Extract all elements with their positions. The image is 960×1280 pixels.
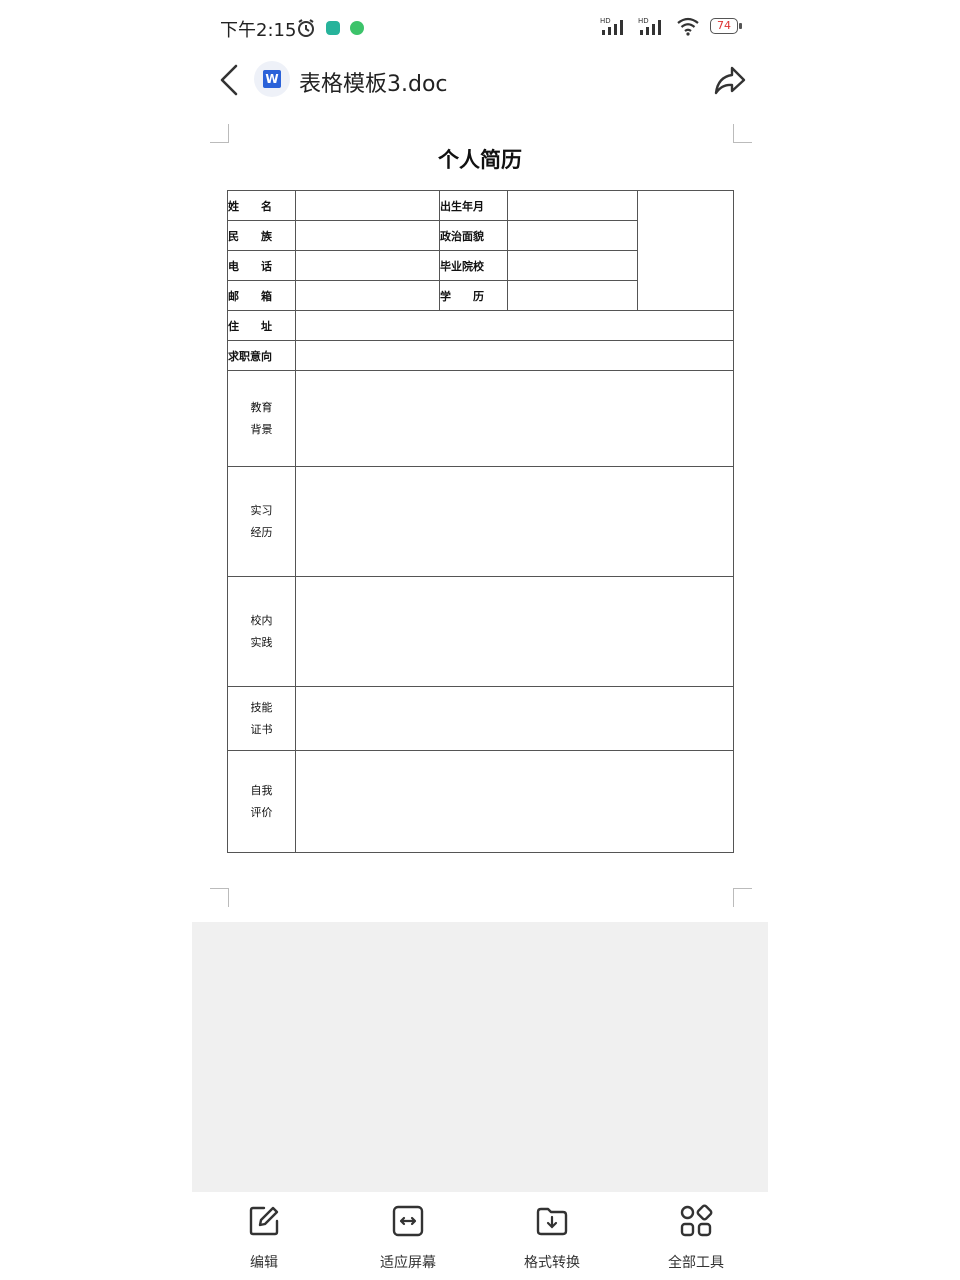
status-bar: 下午2:15 HD HD 74 <box>192 0 768 54</box>
signal-icon: HD <box>600 17 623 35</box>
phone-screen: 下午2:15 HD HD 74 W 表格模板3.doc 个人简历 姓 名 出生年… <box>192 0 768 1280</box>
label-intention: 求职意向 <box>227 340 296 371</box>
section-cell-self-eval[interactable] <box>295 750 734 853</box>
label-degree: 学历 <box>439 280 508 311</box>
signal-icon-2: HD <box>638 17 661 35</box>
value-cell-phone[interactable] <box>295 250 440 281</box>
section-label-education: 教育 背景 <box>227 370 296 467</box>
table-row: 教育 背景 <box>227 370 734 467</box>
section-label-campus: 校内 实践 <box>227 576 296 687</box>
table-row: 姓名 出生年月 <box>227 190 734 311</box>
word-doc-badge: W <box>263 70 281 88</box>
folder-download-icon <box>536 1207 568 1236</box>
fit-screen-button[interactable]: 适应屏幕 <box>348 1204 468 1272</box>
edit-label: 编辑 <box>250 1255 278 1271</box>
document-title: 表格模板3.doc <box>299 72 448 97</box>
fit-screen-icon <box>392 1205 424 1237</box>
table-row: 校内 实践 <box>227 576 734 687</box>
section-label-skills: 技能 证书 <box>227 686 296 751</box>
section-label-self-eval: 自我 评价 <box>227 750 296 853</box>
section-label-internship: 实习 经历 <box>227 466 296 577</box>
value-cell-intention[interactable] <box>295 340 734 371</box>
table-row: 住址 <box>227 310 734 341</box>
resume-table: 姓名 出生年月 民族 政治面貌 电话 毕业院校 邮箱 学历 住 址 求职意向 教… <box>227 190 734 853</box>
value-cell-birth[interactable] <box>507 190 638 221</box>
bottom-toolbar: 编辑 适应屏幕 格式转换 全部工具 <box>192 1192 768 1280</box>
app-notification-icon-2 <box>350 21 364 35</box>
page-corner-mark <box>210 888 229 907</box>
label-email: 邮箱 <box>227 280 296 311</box>
value-cell-ethnicity[interactable] <box>295 220 440 251</box>
signal-hd-label: HD <box>600 17 611 25</box>
all-tools-button[interactable]: 全部工具 <box>636 1204 756 1272</box>
edit-icon <box>249 1206 279 1236</box>
value-cell-political[interactable] <box>507 220 638 251</box>
section-cell-campus[interactable] <box>295 576 734 687</box>
label-phone: 电话 <box>227 250 296 281</box>
resume-heading: 个人简历 <box>438 148 522 172</box>
value-cell-name[interactable] <box>295 190 440 221</box>
convert-format-button[interactable]: 格式转换 <box>492 1204 612 1272</box>
photo-cell[interactable] <box>637 190 734 311</box>
label-address: 住址 <box>227 310 296 341</box>
edit-button[interactable]: 编辑 <box>204 1204 324 1272</box>
fit-screen-label: 适应屏幕 <box>380 1255 436 1271</box>
page-corner-mark <box>733 888 752 907</box>
grid-apps-icon <box>680 1204 713 1237</box>
title-bar: W 表格模板3.doc <box>192 54 768 109</box>
value-cell-address[interactable] <box>295 310 734 341</box>
value-cell-school[interactable] <box>507 250 638 281</box>
table-row: 求职意向 <box>227 340 734 371</box>
status-system-icons: HD HD 74 <box>600 16 742 36</box>
section-cell-education[interactable] <box>295 370 734 467</box>
value-cell-email[interactable] <box>295 280 440 311</box>
table-row: 自我 评价 <box>227 750 734 853</box>
convert-format-label: 格式转换 <box>524 1255 580 1271</box>
document-page[interactable]: 个人简历 姓名 出生年月 民族 政治面貌 电 话 毕业院校 邮 箱 学 历 住 … <box>192 108 768 922</box>
page-corner-mark <box>733 124 752 143</box>
empty-viewer-area <box>192 922 768 1192</box>
all-tools-label: 全部工具 <box>668 1255 724 1271</box>
label-ethnicity: 民族 <box>227 220 296 251</box>
label-birth: 出生年月 <box>439 190 508 221</box>
table-row: 实习 经历 <box>227 466 734 577</box>
status-notification-icons <box>296 18 364 38</box>
section-cell-internship[interactable] <box>295 466 734 577</box>
back-button[interactable] <box>212 60 248 100</box>
value-cell-degree[interactable] <box>507 280 638 311</box>
label-political: 政治面貌 <box>439 220 508 251</box>
wifi-icon <box>677 17 699 36</box>
app-notification-icon <box>326 21 340 35</box>
label-school: 毕业院校 <box>439 250 508 281</box>
signal-hd-label-2: HD <box>638 17 649 25</box>
label-name: 姓名 <box>227 190 296 221</box>
word-doc-icon: W <box>254 61 290 97</box>
page-corner-mark <box>210 124 229 143</box>
status-time: 下午2:15 <box>220 20 297 41</box>
table-row: 技能 证书 <box>227 686 734 751</box>
alarm-icon <box>298 19 314 37</box>
share-button[interactable] <box>710 60 750 100</box>
section-cell-skills[interactable] <box>295 686 734 751</box>
battery-indicator: 74 <box>710 18 742 34</box>
